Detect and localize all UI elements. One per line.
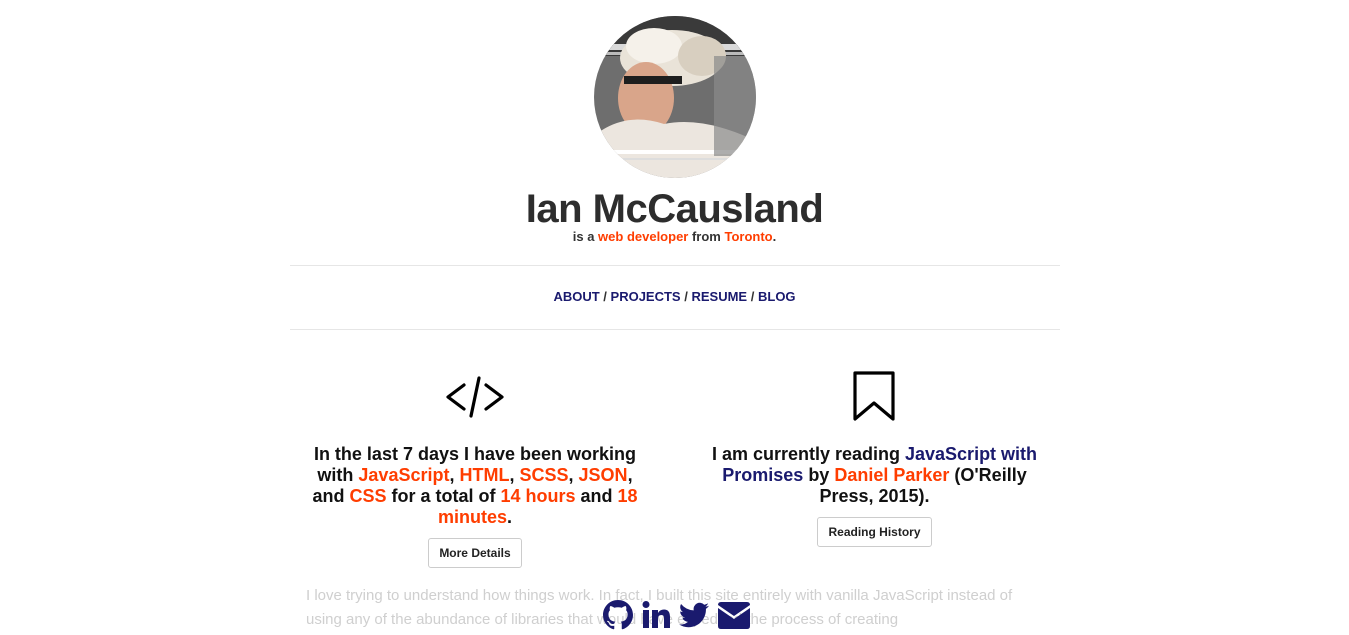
- reading-text: I am currently reading JavaScript with P…: [711, 444, 1038, 506]
- email-icon[interactable]: [717, 600, 751, 635]
- divider-bottom: [290, 329, 1060, 330]
- github-icon[interactable]: [603, 600, 633, 635]
- social-links: [603, 600, 751, 631]
- lang-javascript: JavaScript: [358, 465, 450, 485]
- coding-hours: 14 hours: [500, 486, 576, 506]
- nav-resume[interactable]: RESUME: [691, 289, 747, 304]
- lang-json: JSON: [578, 465, 628, 485]
- twitter-icon[interactable]: [679, 600, 709, 635]
- coding-text: In the last 7 days I have been working w…: [312, 444, 638, 527]
- reading-history-button[interactable]: Reading History: [817, 517, 932, 547]
- nav-blog[interactable]: BLOG: [758, 289, 796, 304]
- tagline: is a web developer from Toronto.: [572, 229, 777, 244]
- bookmark-icon: [852, 370, 896, 427]
- lang-html: HTML: [459, 465, 510, 485]
- main-nav: ABOUT / PROJECTS / RESUME / BLOG: [0, 289, 1349, 304]
- role-link[interactable]: web developer: [598, 229, 688, 244]
- author-link[interactable]: Daniel Parker: [834, 465, 949, 485]
- divider-top: [290, 265, 1060, 266]
- coding-summary: In the last 7 days I have been working w…: [305, 444, 645, 568]
- lang-css: CSS: [349, 486, 387, 506]
- nav-separator: /: [750, 289, 755, 304]
- nav-projects[interactable]: PROJECTS: [611, 289, 681, 304]
- more-details-button[interactable]: More Details: [428, 538, 522, 568]
- nav-separator: /: [684, 289, 688, 304]
- avatar: [594, 16, 756, 178]
- nav-separator: /: [603, 289, 607, 304]
- city-link[interactable]: Toronto: [724, 229, 772, 244]
- reading-summary: I am currently reading JavaScript with P…: [702, 444, 1047, 547]
- lang-scss: SCSS: [519, 465, 569, 485]
- page-title: Ian McCausland: [525, 187, 824, 231]
- code-icon: [445, 374, 505, 425]
- nav-about[interactable]: ABOUT: [553, 289, 599, 304]
- linkedin-icon[interactable]: [641, 600, 671, 635]
